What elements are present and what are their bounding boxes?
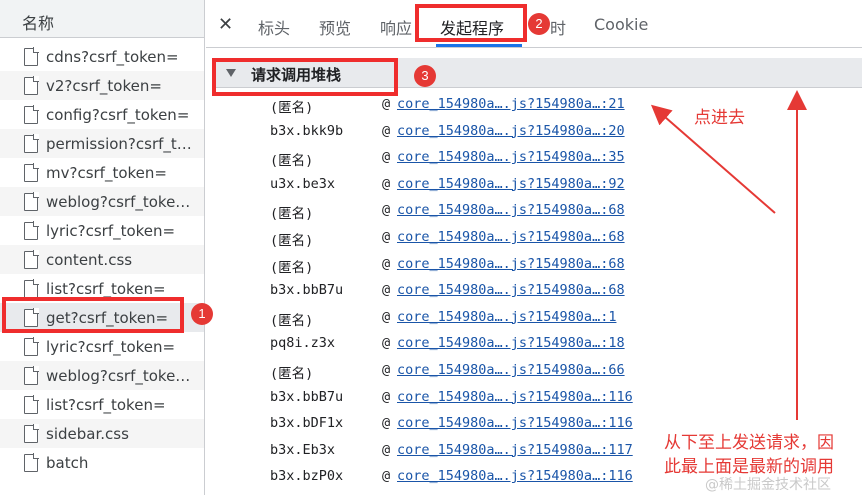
annotation-arrows <box>650 90 807 420</box>
watermark: @稀土掘金技术社区 <box>705 477 831 493</box>
arrow-to-top-frame <box>650 104 776 214</box>
